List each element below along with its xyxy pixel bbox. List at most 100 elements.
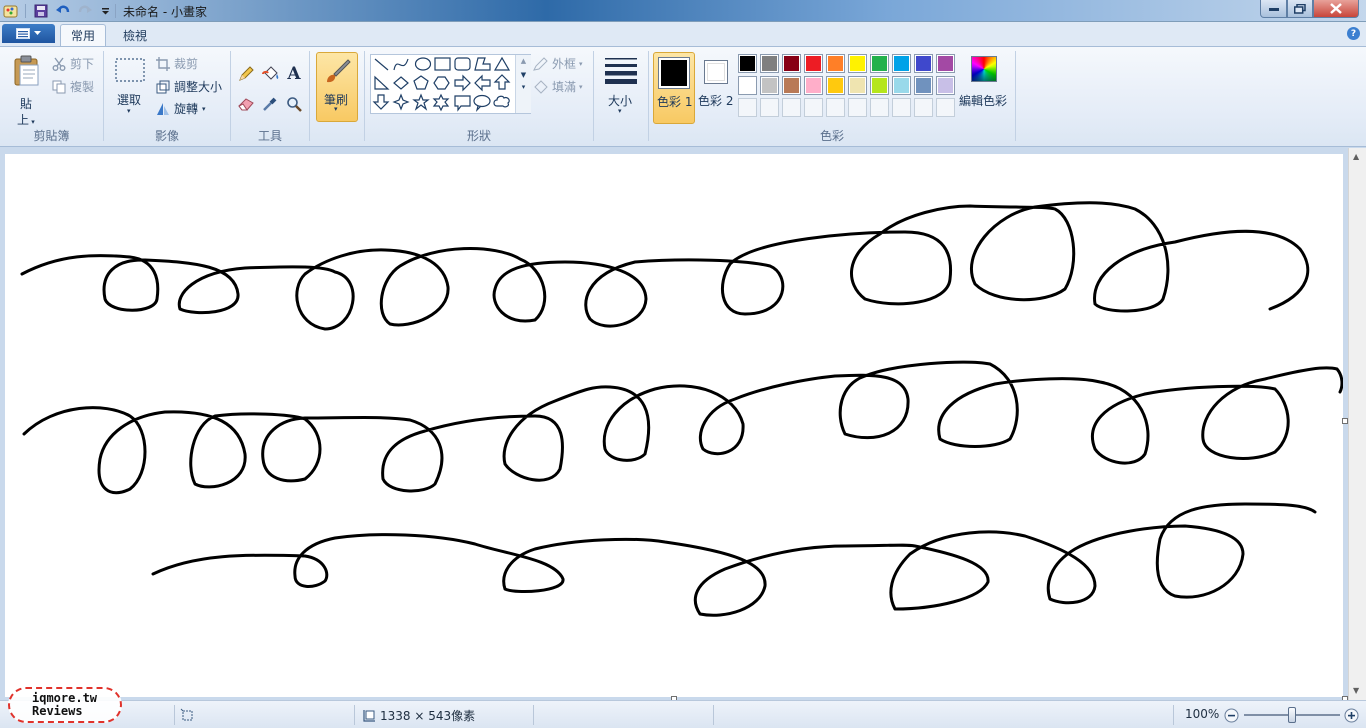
edit-colors-button[interactable]: 編輯色彩: [959, 52, 1013, 124]
undo-icon[interactable]: [55, 3, 71, 19]
palette-swatch[interactable]: [848, 76, 867, 95]
oval-callout-shape-icon[interactable]: [473, 94, 491, 112]
palette-swatch[interactable]: [760, 54, 779, 73]
title-bar: 未命名 - 小畫家: [0, 0, 1366, 22]
zoom-slider-thumb[interactable]: [1288, 707, 1296, 723]
up-arrow-shape-icon[interactable]: [493, 74, 511, 90]
palette-swatch[interactable]: [870, 54, 889, 73]
scroll-down-icon[interactable]: ▼: [516, 71, 531, 79]
down-arrow-shape-icon[interactable]: [372, 94, 390, 110]
triangle-shape-icon[interactable]: [493, 56, 511, 71]
shape-fill-button[interactable]: 填滿 ▾: [533, 78, 583, 95]
palette-swatch-empty[interactable]: [870, 98, 889, 117]
palette-swatch[interactable]: [738, 76, 757, 95]
scroll-up-icon[interactable]: ▲: [516, 57, 531, 65]
left-arrow-shape-icon[interactable]: [474, 74, 491, 92]
palette-swatch-empty[interactable]: [848, 98, 867, 117]
palette-swatch[interactable]: [892, 76, 911, 95]
line-shape-icon[interactable]: [374, 58, 389, 71]
four-point-star-shape-icon[interactable]: [392, 93, 410, 111]
tab-view[interactable]: 檢視: [113, 24, 157, 46]
select-dropdown-icon: ▾: [127, 107, 131, 115]
palette-swatch[interactable]: [826, 76, 845, 95]
crop-button[interactable]: 裁剪: [156, 55, 198, 72]
save-icon[interactable]: [33, 3, 49, 19]
color2-button[interactable]: 色彩 2: [697, 52, 737, 124]
palette-swatch[interactable]: [870, 76, 889, 95]
pencil-icon[interactable]: [235, 63, 257, 85]
zoom-in-icon[interactable]: [1344, 708, 1359, 726]
palette-swatch[interactable]: [914, 76, 933, 95]
rounded-callout-shape-icon[interactable]: [454, 95, 471, 112]
zoom-out-icon[interactable]: [1224, 708, 1239, 726]
palette-swatch[interactable]: [848, 54, 867, 73]
zoom-level: 100%: [1185, 707, 1220, 721]
scroll-down-arrow-icon[interactable]: ▼: [1353, 686, 1359, 695]
palette-swatch[interactable]: [936, 54, 955, 73]
shape-outline-button[interactable]: 外框 ▾: [533, 55, 583, 72]
palette-swatch-empty[interactable]: [936, 98, 955, 117]
polygon-shape-icon[interactable]: [474, 57, 491, 71]
palette-swatch[interactable]: [936, 76, 955, 95]
palette-swatch[interactable]: [914, 54, 933, 73]
palette-swatch-color: [850, 78, 865, 93]
close-button[interactable]: [1313, 0, 1359, 18]
cut-button[interactable]: 剪下: [52, 55, 94, 72]
maximize-button[interactable]: [1287, 0, 1313, 18]
cloud-callout-shape-icon[interactable]: [493, 95, 510, 108]
palette-swatch-empty[interactable]: [914, 98, 933, 117]
tab-home[interactable]: 常用: [60, 24, 106, 46]
palette-swatch[interactable]: [804, 54, 823, 73]
help-icon[interactable]: ?: [1347, 27, 1360, 40]
drawing-canvas[interactable]: [5, 154, 1344, 697]
oval-shape-icon[interactable]: [414, 57, 432, 71]
diamond-shape-icon[interactable]: [393, 76, 409, 90]
magnifier-icon[interactable]: [283, 93, 305, 115]
paste-button[interactable]: 貼 上 ▾: [8, 53, 46, 127]
select-button[interactable]: 選取 ▾: [112, 53, 148, 123]
palette-swatch-empty[interactable]: [892, 98, 911, 117]
quick-access-dropdown-icon[interactable]: [97, 3, 113, 19]
palette-swatch-empty[interactable]: [826, 98, 845, 117]
palette-swatch-color: [872, 78, 887, 93]
paint-menu-button[interactable]: [2, 24, 55, 43]
right-arrow-shape-icon[interactable]: [454, 74, 471, 92]
brushes-button[interactable]: 筆刷 ▾: [316, 52, 358, 122]
eraser-icon[interactable]: [235, 93, 257, 115]
redo-icon[interactable]: [77, 3, 93, 19]
palette-swatch-empty[interactable]: [738, 98, 757, 117]
palette-swatch[interactable]: [760, 76, 779, 95]
size-button[interactable]: 大小 ▾: [600, 53, 642, 123]
scroll-up-arrow-icon[interactable]: ▲: [1353, 152, 1359, 161]
five-point-star-shape-icon[interactable]: [412, 93, 430, 111]
six-point-star-shape-icon[interactable]: [432, 93, 450, 112]
palette-swatch[interactable]: [892, 54, 911, 73]
rotate-button[interactable]: 旋轉 ▾: [156, 100, 206, 117]
palette-swatch[interactable]: [782, 54, 801, 73]
color-picker-icon[interactable]: [259, 93, 281, 115]
palette-swatch[interactable]: [738, 54, 757, 73]
vertical-scrollbar[interactable]: ▲ ▼: [1348, 148, 1366, 700]
palette-swatch[interactable]: [804, 76, 823, 95]
right-triangle-shape-icon[interactable]: [374, 75, 390, 90]
rectangle-shape-icon[interactable]: [434, 57, 451, 71]
curve-shape-icon[interactable]: [393, 58, 409, 71]
copy-button[interactable]: 複製: [52, 78, 94, 95]
status-separator: [1173, 705, 1174, 725]
fill-bucket-icon[interactable]: [259, 63, 281, 85]
text-tool-icon[interactable]: A: [283, 63, 305, 85]
hexagon-shape-icon[interactable]: [433, 76, 450, 90]
pentagon-shape-icon[interactable]: [413, 75, 429, 90]
palette-swatch[interactable]: [826, 54, 845, 73]
resize-button[interactable]: 調整大小: [156, 78, 222, 95]
palette-swatch-empty[interactable]: [760, 98, 779, 117]
palette-swatch-empty[interactable]: [804, 98, 823, 117]
minimize-button[interactable]: [1260, 0, 1287, 18]
palette-swatch-empty[interactable]: [782, 98, 801, 117]
shapes-gallery-scroll[interactable]: ▲ ▼ ▾: [515, 55, 531, 113]
rounded-rectangle-shape-icon[interactable]: [454, 57, 471, 71]
color1-button[interactable]: 色彩 1: [653, 52, 695, 124]
palette-swatch[interactable]: [782, 76, 801, 95]
window-title: 未命名 - 小畫家: [123, 5, 207, 19]
expand-gallery-icon[interactable]: ▾: [516, 83, 531, 91]
